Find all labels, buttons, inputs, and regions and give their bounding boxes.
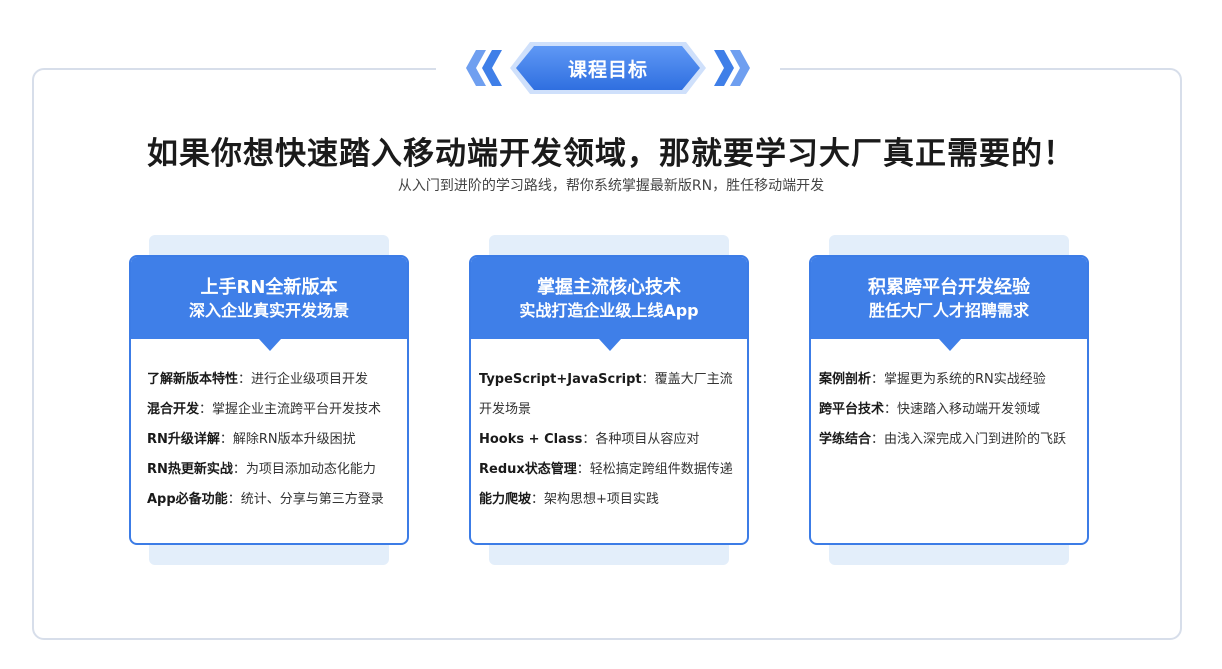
item-value: ：由浅入深完成入门到进阶的飞跃	[871, 432, 1067, 447]
item-value: ：为项目添加动态化能力	[232, 462, 376, 477]
item-key: 能力爬坡	[479, 492, 532, 507]
list-item: 跨平台技术：快速踏入移动端开发领域	[819, 395, 1077, 425]
card-subtitle: 实战打造企业级上线App	[519, 301, 699, 320]
item-value: ：轻松搞定跨组件数据传递	[576, 462, 733, 477]
item-key: Redux状态管理	[479, 462, 577, 477]
item-key: 了解新版本特性	[147, 372, 239, 387]
section-badge: 课程目标	[436, 38, 780, 98]
card-title: 掌握主流核心技术	[537, 277, 681, 298]
list-item: 学练结合：由浅入深完成入门到进阶的飞跃	[819, 425, 1077, 455]
item-value: ：各种项目从容应对	[582, 432, 700, 447]
list-item: Hooks + Class：各种项目从容应对	[479, 425, 737, 455]
item-key: 跨平台技术	[819, 402, 885, 417]
item-key: TypeScript+JavaScript	[479, 372, 642, 387]
list-item: 了解新版本特性：进行企业级项目开发	[147, 365, 397, 395]
item-key: RN热更新实战	[147, 462, 233, 477]
list-item: 案例剖析：掌握更为系统的RN实战经验	[819, 365, 1077, 395]
card-header: 掌握主流核心技术 实战打造企业级上线App	[471, 257, 747, 351]
item-value: ：架构思想+项目实践	[531, 492, 659, 507]
item-value: ：解除RN版本升级困扰	[219, 432, 356, 447]
item-value: ：掌握企业主流跨平台开发技术	[199, 402, 382, 417]
card-body: 了解新版本特性：进行企业级项目开发 混合开发：掌握企业主流跨平台开发技术 RN升…	[131, 339, 407, 515]
card-header-pointer	[599, 339, 621, 351]
item-key: 案例剖析	[819, 372, 872, 387]
card-body: 案例剖析：掌握更为系统的RN实战经验 跨平台技术：快速踏入移动端开发领域 学练结…	[811, 339, 1087, 455]
page-headline: 如果你想快速踏入移动端开发领域，那就要学习大厂真正需要的！	[147, 136, 1075, 172]
list-item: TypeScript+JavaScript：覆盖大厂主流开发场景	[479, 365, 737, 425]
card-subtitle: 深入企业真实开发场景	[188, 301, 349, 320]
page-subheadline: 从入门到进阶的学习路线，帮你系统掌握最新版RN，胜任移动端开发	[397, 178, 825, 194]
badge-label: 课程目标	[567, 59, 648, 81]
item-key: Hooks + Class	[479, 432, 583, 447]
feature-card-2: 掌握主流核心技术 实战打造企业级上线App TypeScript+JavaScr…	[469, 255, 749, 545]
card-title: 积累跨平台开发经验	[868, 277, 1030, 298]
item-key: RN升级详解	[147, 432, 220, 447]
card-header-pointer	[259, 339, 281, 351]
list-item: App必备功能：统计、分享与第三方登录	[147, 485, 397, 515]
item-key: 混合开发	[147, 402, 200, 417]
feature-card-3: 积累跨平台开发经验 胜任大厂人才招聘需求 案例剖析：掌握更为系统的RN实战经验 …	[809, 255, 1089, 545]
list-item: RN热更新实战：为项目添加动态化能力	[147, 455, 397, 485]
card-header: 积累跨平台开发经验 胜任大厂人才招聘需求	[811, 257, 1087, 351]
list-item: RN升级详解：解除RN版本升级困扰	[147, 425, 397, 455]
item-value: ：进行企业级项目开发	[238, 372, 369, 387]
item-value: ：统计、分享与第三方登录	[227, 492, 384, 507]
item-value: ：快速踏入移动端开发领域	[884, 402, 1041, 417]
card-header: 上手RN全新版本 深入企业真实开发场景	[131, 257, 407, 351]
list-item: 能力爬坡：架构思想+项目实践	[479, 485, 737, 515]
card-title: 上手RN全新版本	[200, 277, 338, 298]
feature-card-1: 上手RN全新版本 深入企业真实开发场景 了解新版本特性：进行企业级项目开发 混合…	[129, 255, 409, 545]
item-value: ：掌握更为系统的RN实战经验	[871, 372, 1046, 387]
item-key: App必备功能	[147, 492, 228, 507]
card-subtitle: 胜任大厂人才招聘需求	[868, 301, 1029, 320]
item-key: 学练结合	[819, 432, 872, 447]
card-header-pointer	[939, 339, 961, 351]
card-body: TypeScript+JavaScript：覆盖大厂主流开发场景 Hooks +…	[471, 339, 747, 515]
list-item: Redux状态管理：轻松搞定跨组件数据传递	[479, 455, 737, 485]
list-item: 混合开发：掌握企业主流跨平台开发技术	[147, 395, 397, 425]
